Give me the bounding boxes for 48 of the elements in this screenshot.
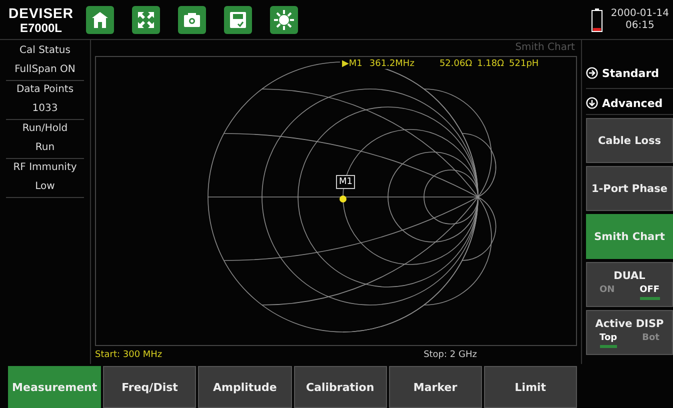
menu-button[interactable]: Cable Loss: [586, 118, 673, 163]
time-label: 06:15: [626, 20, 654, 31]
menu-tab[interactable]: Measurement: [8, 366, 102, 408]
marker-reactance: 1.18Ω: [477, 59, 504, 69]
status-value: FullSpan ON: [14, 64, 76, 75]
sun-icon: [273, 8, 295, 30]
toggle-option[interactable]: OFF: [640, 284, 660, 300]
toggle-label: Active DISP: [595, 318, 664, 330]
marker-resistance: 52.06Ω: [439, 59, 472, 69]
toggle-button[interactable]: Active DISP Top Bot: [586, 310, 673, 355]
toggle-option[interactable]: Top: [600, 332, 618, 348]
arrow-right-icon[interactable]: [586, 67, 598, 79]
brand-logo: DEVISER: [8, 6, 74, 20]
menu-tab[interactable]: Marker: [388, 366, 482, 408]
marker-frequency: 361.2MHz: [369, 59, 414, 69]
start-frequency: Start: 300 MHz: [94, 350, 162, 360]
status-value: Low: [35, 181, 55, 192]
menu-tab[interactable]: Freq/Dist: [103, 366, 196, 408]
marker-inductance: 521pH: [509, 59, 539, 69]
status-label: Cal Status: [20, 45, 70, 56]
camera-button[interactable]: [178, 6, 206, 34]
fullscreen-button[interactable]: [132, 6, 160, 34]
arrow-down-icon[interactable]: [586, 97, 598, 109]
menu-tab[interactable]: Amplitude: [198, 366, 292, 408]
status-value: 1033: [32, 103, 58, 114]
menu-button[interactable]: 1-Port Phase: [586, 166, 673, 211]
status-label: RF Immunity: [13, 162, 77, 173]
marker-point: [339, 196, 346, 202]
model-name: E7000L: [20, 22, 62, 34]
marker-label: M1: [336, 175, 356, 189]
marker-name: ▶M1: [342, 59, 362, 69]
toggle-label: DUAL: [614, 270, 646, 282]
home-button[interactable]: [86, 6, 114, 34]
status-label: Run/Hold: [22, 123, 68, 134]
brightness-button[interactable]: [270, 6, 298, 34]
save-button[interactable]: [224, 6, 252, 34]
status-value: Run: [35, 142, 55, 153]
chart-title: Smith Chart: [515, 42, 575, 53]
menu-tab[interactable]: Limit: [484, 366, 578, 408]
section-label[interactable]: Advanced: [602, 96, 663, 110]
menu-tab[interactable]: Calibration: [294, 366, 387, 408]
toggle-button[interactable]: DUAL ON OFF: [586, 262, 673, 307]
status-label: Data Points: [16, 84, 74, 95]
section-label[interactable]: Standard: [602, 66, 660, 80]
date-label: 2000-01-14: [610, 8, 669, 20]
battery-icon: [590, 8, 603, 32]
stop-frequency: Stop: 2 GHz: [424, 350, 477, 360]
menu-button[interactable]: Smith Chart: [586, 214, 673, 259]
